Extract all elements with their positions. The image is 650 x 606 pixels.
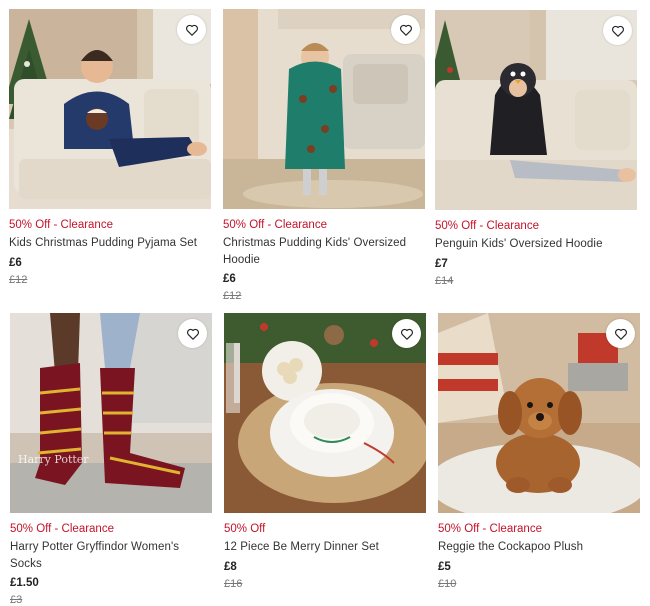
product-card[interactable]: 50% Off - Clearance Reggie the Cockapoo … [438, 313, 640, 591]
product-card[interactable]: 50% Off - Clearance Penguin Kids' Oversi… [435, 10, 637, 288]
discount-badge: 50% Off - Clearance [438, 523, 542, 535]
discount-badge: 50% Off - Clearance [435, 220, 539, 232]
product-title[interactable]: Harry Potter Gryffindor Women's Socks [10, 539, 212, 572]
sale-price: £6 [9, 256, 22, 269]
original-price: £12 [9, 273, 28, 286]
heart-icon [186, 328, 199, 340]
heart-icon [400, 328, 413, 340]
product-image[interactable]: Harry Potter [10, 313, 212, 513]
wishlist-button[interactable] [392, 319, 421, 348]
heart-icon [611, 25, 624, 37]
wishlist-button[interactable] [178, 319, 207, 348]
product-title[interactable]: Reggie the Cockapoo Plush [438, 539, 640, 556]
original-price: £10 [438, 577, 457, 590]
product-card[interactable]: 50% Off - Clearance Christmas Pudding Ki… [223, 9, 425, 303]
product-title[interactable]: 12 Piece Be Merry Dinner Set [224, 539, 426, 556]
product-card[interactable]: Harry Potter 50% Off - Clearance Harry P… [10, 313, 212, 606]
discount-badge: 50% Off - Clearance [223, 219, 327, 231]
sale-price: £1.50 [10, 577, 39, 589]
original-price: £16 [224, 577, 243, 590]
sale-price: £5 [438, 560, 451, 573]
product-title[interactable]: Penguin Kids' Oversized Hoodie [435, 236, 637, 253]
sale-price: £7 [435, 257, 448, 270]
original-price: £12 [223, 290, 242, 302]
heart-icon [614, 328, 627, 340]
original-price: £3 [10, 594, 23, 606]
discount-badge: 50% Off - Clearance [9, 219, 113, 231]
product-image[interactable] [224, 313, 426, 513]
sale-price: £6 [223, 273, 236, 285]
product-title[interactable]: Christmas Pudding Kids' Oversized Hoodie [223, 235, 425, 268]
svg-text:Harry Potter: Harry Potter [18, 453, 89, 466]
product-card[interactable]: 50% Off - Clearance Kids Christmas Puddi… [9, 9, 211, 287]
wishlist-button[interactable] [177, 15, 206, 44]
wishlist-button[interactable] [603, 16, 632, 45]
heart-icon [185, 24, 198, 36]
product-card[interactable]: 50% Off 12 Piece Be Merry Dinner Set £8 … [224, 313, 426, 591]
product-image[interactable] [438, 313, 640, 513]
product-image[interactable] [9, 9, 211, 209]
heart-icon [399, 24, 412, 36]
wishlist-button[interactable] [606, 319, 635, 348]
product-title[interactable]: Kids Christmas Pudding Pyjama Set [9, 235, 211, 252]
sale-price: £8 [224, 560, 237, 573]
product-grid: 50% Off - Clearance Kids Christmas Puddi… [0, 0, 650, 606]
discount-badge: 50% Off - Clearance [10, 523, 114, 535]
product-image[interactable] [435, 10, 637, 210]
product-image[interactable] [223, 9, 425, 209]
discount-badge: 50% Off [224, 523, 266, 535]
original-price: £14 [435, 274, 454, 287]
wishlist-button[interactable] [391, 15, 420, 44]
